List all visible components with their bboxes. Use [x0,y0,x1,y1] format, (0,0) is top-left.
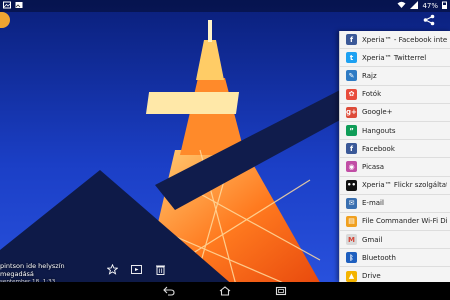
hangouts-icon: ” [346,125,357,137]
share-item[interactable]: •• Xperia™ Flickr szolgáltatással [340,177,450,195]
sketch-icon: ✎ [346,70,357,82]
delete-button[interactable] [153,262,167,276]
share-item-label: Hangouts [362,126,396,135]
slideshow-icon [130,264,142,274]
signal-icon [410,1,419,11]
share-item-label: File Commander Wi-Fi Direct [362,217,447,226]
share-item-label: Facebook [362,144,395,153]
drive-icon: ▲ [346,270,357,282]
share-item[interactable]: ✉ E-mail [340,195,450,213]
share-item-label: Xperia™ Flickr szolgáltatással [362,181,447,190]
flickr-icon: •• [346,179,357,191]
photo-actions [105,262,167,276]
home-icon [219,286,231,296]
share-item-label: Drive [362,272,381,281]
star-button[interactable] [105,262,119,276]
share-menu: f Xperia™ - Facebook integráció t Xperia™ T… [339,31,450,282]
status-bar: 47% [0,0,450,12]
share-item-label: Google+ [362,108,393,117]
facebook-icon: f [346,34,357,46]
navigation-bar [0,282,450,300]
share-item-label: Xperia™ - Facebook integráció [362,35,447,44]
email-icon: ✉ [346,197,357,209]
share-item[interactable]: ▤ File Commander Wi-Fi Direct [340,213,450,232]
share-item-label: Xperia™ Twitterrel [362,53,427,62]
share-item-label: Gmail [362,235,383,244]
share-item[interactable]: t Xperia™ Twitterrel [340,49,450,68]
photos-icon: ✿ [346,88,357,100]
file-commander-icon: ▤ [346,215,357,227]
share-item[interactable]: f Xperia™ - Facebook integráció [340,31,450,50]
facebook-icon: f [346,143,357,155]
delete-icon [155,265,165,275]
gmail-icon: M [346,234,357,246]
recents-icon [275,286,287,296]
status-right: 47% [397,1,447,11]
notification-icon [3,1,11,11]
twitter-icon: t [346,52,357,64]
share-item[interactable]: f Facebook [340,140,450,159]
recents-button[interactable] [274,285,288,297]
share-item-label: Rajz [362,71,377,80]
share-item[interactable]: ✿ Fotók [340,86,450,104]
picasa-icon: ◉ [346,161,357,173]
share-item[interactable]: M Gmail [340,231,450,250]
share-item[interactable]: ▲ Drive [340,267,450,282]
wifi-icon [397,1,406,11]
status-left [3,1,23,11]
share-item-label: Picasa [362,162,385,171]
share-item[interactable]: g+ Google+ [340,104,450,122]
share-icon [423,14,435,26]
share-item[interactable]: ᛒ Bluetooth [340,249,450,268]
share-item[interactable]: ◉ Picasa [340,158,450,177]
star-icon [106,263,118,275]
share-item[interactable]: ” Hangouts [340,122,450,141]
share-button[interactable] [420,12,438,28]
slideshow-button[interactable] [129,262,143,276]
bluetooth-icon: ᛒ [346,252,357,264]
gallery-icon [15,1,23,11]
share-item-label: Bluetooth [362,253,396,262]
caption-title[interactable]: pintson ide helyszín megadásá [0,262,100,278]
back-icon [163,286,175,296]
home-button[interactable] [218,285,232,297]
share-item[interactable]: ✎ Rajz [340,67,450,86]
googleplus-icon: g+ [346,106,357,118]
battery-icon [442,1,447,11]
share-item-label: Fotók [362,90,382,99]
back-button[interactable] [162,285,176,297]
battery-percent: 47% [422,2,438,10]
share-item-label: E-mail [362,199,384,208]
